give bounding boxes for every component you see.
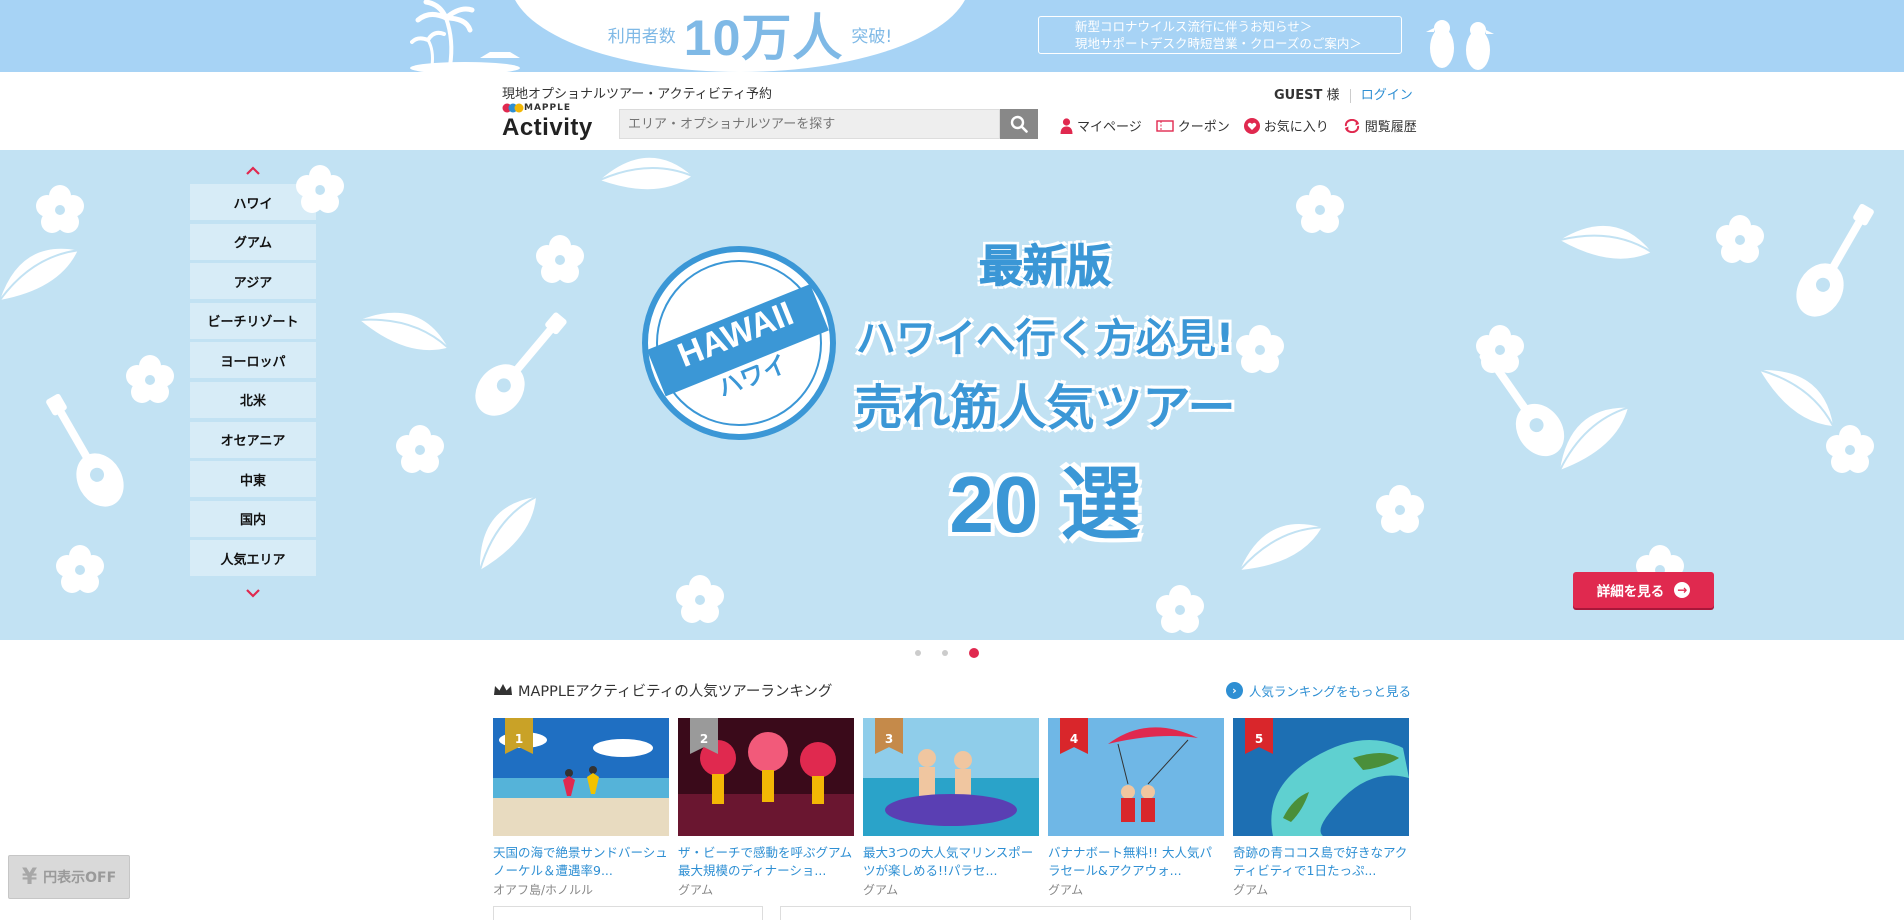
ranking-title-text: MAPPLEアクティビティの人気ツアーランキング	[518, 683, 833, 700]
ranking-title: MAPPLEアクティビティの人気ツアーランキング	[493, 680, 832, 701]
chevron-down-icon	[246, 589, 260, 598]
search-bar	[619, 109, 1038, 139]
tour-area: グアム	[1048, 883, 1084, 897]
nav-favorites[interactable]: お気に入り	[1243, 116, 1329, 135]
login-link[interactable]: ログイン	[1361, 88, 1413, 103]
heart-icon	[1243, 117, 1260, 134]
region-item-middle-east[interactable]: 中東	[190, 461, 316, 498]
region-item-hawaii[interactable]: ハワイ	[190, 184, 316, 220]
headline-latest: 最新版	[979, 241, 1112, 293]
coupon-icon	[1156, 119, 1174, 132]
headline-line2: ハワイへ行く方必見!	[855, 316, 1235, 362]
view-details-label: 詳細を見る	[1596, 584, 1665, 600]
ranking-card[interactable]: 2 ザ・ビーチで感動を呼ぶグアム最大規模のディナーショ... グアム	[678, 718, 854, 898]
region-item-domestic[interactable]: 国内	[190, 500, 316, 537]
guest-name: GUEST	[1274, 88, 1323, 103]
ranking-header: MAPPLEアクティビティの人気ツアーランキング › 人気ランキングをもっと見る	[493, 676, 1411, 704]
region-item-popular-areas[interactable]: 人気エリア	[190, 540, 316, 577]
search-input[interactable]	[619, 109, 1000, 139]
nav-history[interactable]: 閲覧履歴	[1343, 116, 1417, 135]
nav-favorites-label: お気に入り	[1263, 120, 1329, 135]
users-count: 10万人	[683, 10, 844, 66]
ranking-cards: 1 天国の海で絶景サンドバーシュノーケル＆遭遇率9... オアフ島/ホノルル 2…	[493, 718, 1411, 898]
users-count-banner[interactable]: 利用者数 10万人 突破!	[560, 4, 940, 66]
tour-thumbnail[interactable]: 1	[493, 718, 669, 836]
mapple-logo-icon	[502, 103, 524, 113]
tour-area: オアフ島/ホノルル	[493, 883, 594, 897]
region-item-beach-resort[interactable]: ビーチリゾート	[190, 302, 316, 339]
users-suffix: 突破!	[851, 26, 893, 47]
carousel-dot-1[interactable]	[915, 650, 921, 656]
guest-login-area: GUEST 様 ログイン	[1274, 84, 1413, 103]
yen-display-toggle[interactable]: ¥ 円表示OFF	[8, 855, 130, 899]
chevron-up-icon	[246, 166, 260, 175]
popular-tour-ranking: MAPPLEアクティビティの人気ツアーランキング › 人気ランキングをもっと見る…	[493, 676, 1411, 898]
tour-title[interactable]: 最大3つの大人気マリンスポーツが楽しめる!!パラセ...	[863, 844, 1039, 880]
search-icon	[1010, 115, 1028, 133]
notice-link-covid[interactable]: 新型コロナウイルス流行に伴うお知らせ＞	[1075, 18, 1401, 35]
hawaii-stamp: HAWAII ハワイ	[642, 246, 836, 440]
headline-line4: 20 選	[949, 460, 1141, 549]
nav-history-label: 閲覧履歴	[1364, 120, 1417, 135]
tour-title[interactable]: 奇跡の青ココス島で好きなアクティビティで1日たっぷ...	[1233, 844, 1409, 880]
carousel-pagination	[915, 648, 979, 658]
tour-title[interactable]: 天国の海で絶景サンドバーシュノーケル＆遭遇率9...	[493, 844, 669, 880]
hero-headline: 最新版 ハワイへ行く方必見! 売れ筋人気ツアー 20 選	[820, 230, 1270, 556]
tour-thumbnail[interactable]: 4	[1048, 718, 1224, 836]
region-menu: ハワイ グアム アジア ビーチリゾート ヨーロッパ 北米 オセアニア 中東 国内…	[190, 158, 316, 606]
carousel-dot-3[interactable]	[969, 648, 979, 658]
tour-thumbnail[interactable]: 5	[1233, 718, 1409, 836]
tour-title[interactable]: バナナボート無料!! 大人気パラセール&アクアウォ...	[1048, 844, 1224, 880]
tour-thumbnail[interactable]: 2	[678, 718, 854, 836]
arrow-right-icon: →	[1674, 582, 1691, 598]
palm-island-illustration	[410, 0, 520, 72]
nav-coupon[interactable]: クーポン	[1156, 116, 1230, 135]
divider	[1349, 88, 1351, 103]
region-item-north-america[interactable]: 北米	[190, 381, 316, 418]
ranking-more-label: 人気ランキングをもっと見る	[1248, 683, 1411, 699]
logo-mapple-text: MAPPLE	[524, 103, 571, 113]
tour-area: グアム	[863, 883, 899, 897]
nav-mypage-label: マイページ	[1077, 120, 1142, 135]
region-item-europe[interactable]: ヨーロッパ	[190, 342, 316, 379]
tour-title[interactable]: ザ・ビーチで感動を呼ぶグアム最大規模のディナーショ...	[678, 844, 854, 880]
guest-suffix: 様	[1326, 88, 1340, 103]
notice-link-support-desk[interactable]: 現地サポートデスク時短営業・クローズのご案内＞	[1075, 35, 1401, 52]
region-item-guam[interactable]: グアム	[190, 223, 316, 260]
ranking-card[interactable]: 1 天国の海で絶景サンドバーシュノーケル＆遭遇率9... オアフ島/ホノルル	[493, 718, 669, 898]
site-tagline: 現地オプショナルツアー・アクティビティ予約	[502, 87, 773, 102]
region-scroll-down[interactable]	[190, 580, 316, 606]
ranking-card[interactable]: 4 バナナボート無料!! 大人気パラセール&アクアウォ... グアム	[1048, 718, 1224, 898]
top-promo-banner: 利用者数 10万人 突破! 新型コロナウイルス流行に伴うお知らせ＞ 現地サポート…	[0, 0, 1904, 72]
user-icon	[1060, 117, 1073, 134]
region-scroll-up[interactable]	[190, 158, 316, 184]
hero-carousel[interactable]: ハワイ グアム アジア ビーチリゾート ヨーロッパ 北米 オセアニア 中東 国内…	[0, 150, 1904, 640]
region-item-asia[interactable]: アジア	[190, 263, 316, 300]
mapple-activity-logo[interactable]: MAPPLE Activity	[502, 102, 612, 142]
crown-icon	[494, 684, 512, 695]
logo-activity-text: Activity	[502, 114, 593, 141]
header-nav: マイページ クーポン お気に入り 閲覧履歴	[1060, 116, 1417, 135]
carousel-dot-2[interactable]	[942, 650, 948, 656]
tour-area: グアム	[1233, 883, 1269, 897]
region-item-oceania[interactable]: オセアニア	[190, 421, 316, 458]
users-prefix: 利用者数	[607, 26, 676, 47]
site-header: 現地オプショナルツアー・アクティビティ予約 MAPPLE Activity GU…	[0, 72, 1904, 150]
headline-line3: 売れ筋人気ツアー	[854, 380, 1236, 436]
nav-coupon-label: クーポン	[1177, 120, 1230, 135]
ranking-more-link[interactable]: › 人気ランキングをもっと見る	[1225, 681, 1411, 700]
chevron-right-icon: ›	[1225, 681, 1243, 699]
view-details-button[interactable]: 詳細を見る →	[1573, 572, 1714, 608]
ranking-card[interactable]: 5 奇跡の青ココス島で好きなアクティビティで1日たっぷ... グアム	[1233, 718, 1409, 898]
covid-notice-box[interactable]: 新型コロナウイルス流行に伴うお知らせ＞ 現地サポートデスク時短営業・クローズのご…	[1038, 16, 1402, 54]
tour-area: グアム	[678, 883, 714, 897]
tour-thumbnail[interactable]: 3	[863, 718, 1039, 836]
history-icon	[1344, 118, 1359, 133]
nav-mypage[interactable]: マイページ	[1060, 116, 1142, 135]
yen-toggle-label: 円表示OFF	[43, 870, 117, 886]
search-button[interactable]	[1000, 109, 1038, 139]
ranking-card[interactable]: 3 最大3つの大人気マリンスポーツが楽しめる!!パラセ... グアム	[863, 718, 1039, 898]
yen-icon: ¥	[21, 864, 38, 890]
penguin-illustration	[1426, 20, 1494, 70]
